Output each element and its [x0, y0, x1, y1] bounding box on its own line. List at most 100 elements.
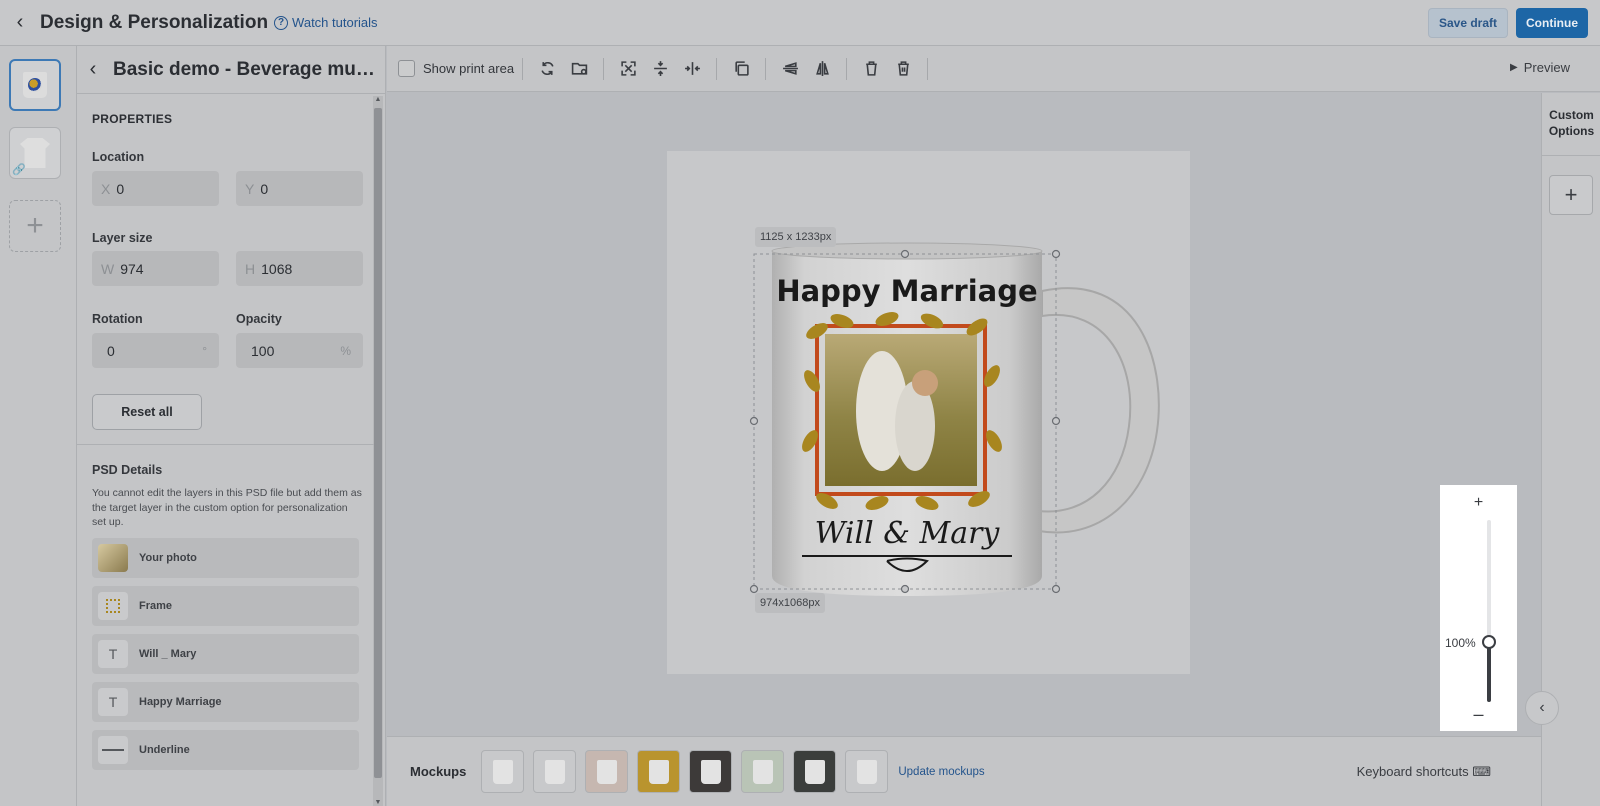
layer-name: Happy Marriage — [139, 696, 222, 708]
mockup-thumb[interactable] — [585, 750, 629, 793]
duplicate-icon[interactable] — [728, 56, 754, 82]
zoom-level-label: 100% — [1445, 636, 1476, 650]
show-print-area-checkbox[interactable] — [398, 60, 415, 77]
layer-item-underline[interactable]: Underline — [92, 730, 359, 770]
mockup-thumb[interactable] — [845, 750, 889, 793]
mug-names: Will & Mary — [815, 516, 1001, 551]
align-horizontal-center-icon[interactable] — [679, 56, 705, 82]
zoom-slider[interactable] — [1487, 520, 1491, 702]
text-icon: T — [98, 688, 128, 716]
rotation-input[interactable]: 0 ° — [92, 333, 219, 368]
reset-all-button[interactable]: Reset all — [92, 394, 202, 430]
width-input[interactable]: W 974 — [92, 251, 219, 286]
scroll-up-icon[interactable]: ▲ — [373, 96, 383, 103]
collapse-panel-button[interactable]: ‹ — [1525, 691, 1559, 725]
panel-divider — [77, 444, 374, 445]
toolbar-divider — [603, 57, 605, 80]
editor-toolbar: Show print area ▶ Preview — [387, 46, 1600, 92]
add-custom-option-button[interactable]: + — [1549, 175, 1593, 215]
layer-name: Your photo — [139, 552, 197, 564]
flip-vertical-icon[interactable] — [777, 56, 803, 82]
layer-item-frame[interactable]: Frame — [92, 586, 359, 626]
layer-item-happy-marriage[interactable]: T Happy Marriage — [92, 682, 359, 722]
x-prefix: X — [101, 180, 111, 197]
product-thumb-mug[interactable] — [9, 59, 61, 111]
keyboard-icon: ⌨ — [1472, 763, 1491, 779]
y-value: 0 — [260, 180, 269, 197]
rail-divider — [1542, 155, 1600, 156]
mug-thumbnail-image — [23, 72, 47, 98]
product-thumb-shirt[interactable]: 🔗 — [9, 127, 61, 179]
mockup-thumb[interactable] — [533, 750, 577, 793]
custom-options-label: Custom Options — [1548, 108, 1595, 138]
properties-panel: ‹ Basic demo - Beverage mug t… ▲ ▼ PROPE… — [77, 46, 386, 806]
layer-size-label: Layer size — [92, 231, 153, 245]
watch-tutorials-link[interactable]: ? Watch tutorials — [274, 15, 378, 30]
w-prefix: W — [101, 260, 115, 277]
layer-item-your-photo[interactable]: Your photo — [92, 538, 359, 578]
delete-icon[interactable] — [858, 56, 884, 82]
mockup-thumb[interactable] — [741, 750, 785, 793]
zoom-control: + 100% – — [1440, 485, 1517, 731]
y-prefix: Y — [245, 180, 255, 197]
percent-unit: % — [340, 343, 351, 358]
artboard: Happy Marriage Will & Mary — [667, 151, 1190, 674]
link-icon: 🔗 — [12, 164, 26, 176]
mockups-label: Mockups — [410, 764, 467, 779]
layer-name: Underline — [139, 744, 190, 756]
frame-icon — [98, 592, 128, 620]
mockup-list — [481, 750, 897, 793]
panel-header: ‹ Basic demo - Beverage mug t… — [77, 46, 385, 94]
flip-horizontal-icon[interactable] — [809, 56, 835, 82]
back-arrow-icon[interactable]: ‹ — [0, 0, 40, 46]
degree-unit: ° — [202, 343, 207, 358]
watch-tutorials-label: Watch tutorials — [292, 15, 378, 30]
zoom-in-icon[interactable]: + — [1440, 494, 1517, 512]
folder-change-icon[interactable] — [566, 56, 592, 82]
photo-icon — [98, 544, 128, 572]
align-vertical-center-icon[interactable] — [647, 56, 673, 82]
opacity-input[interactable]: 100 % — [236, 333, 363, 368]
scroll-down-icon[interactable]: ▼ — [373, 799, 383, 806]
keyboard-shortcuts-label: Keyboard shortcuts — [1356, 763, 1469, 779]
update-mockups-link[interactable]: Update mockups — [898, 766, 984, 778]
dimension-label-bottom: 974x1068px — [755, 593, 825, 613]
replace-icon[interactable] — [534, 56, 560, 82]
layer-name: Frame — [139, 600, 173, 612]
mockup-thumb[interactable] — [481, 750, 525, 793]
show-print-area-label: Show print area — [423, 61, 515, 76]
preview-button[interactable]: ▶ Preview — [1510, 60, 1570, 75]
opacity-label: Opacity — [236, 312, 282, 326]
scroll-thumb[interactable] — [374, 108, 382, 778]
mug-headline: Happy Marriage — [776, 274, 1037, 308]
x-input[interactable]: X 0 — [92, 171, 219, 206]
chevron-left-icon[interactable]: ‹ — [81, 58, 105, 81]
opacity-value: 100 — [251, 342, 275, 359]
h-prefix: H — [245, 260, 256, 277]
height-input[interactable]: H 1068 — [236, 251, 363, 286]
panel-title: Basic demo - Beverage mug t… — [113, 58, 383, 80]
save-draft-button[interactable]: Save draft — [1427, 8, 1508, 38]
zoom-out-icon[interactable]: – — [1440, 704, 1517, 725]
add-product-button[interactable]: + — [9, 200, 61, 252]
help-circle-icon: ? — [274, 15, 289, 30]
mockup-thumb[interactable] — [637, 750, 681, 793]
fit-expand-icon[interactable] — [615, 56, 641, 82]
preview-label: Preview — [1523, 60, 1570, 75]
design-canvas[interactable]: Happy Marriage Will & Mary 1125 x 1233px… — [387, 93, 1541, 736]
layer-item-will-mary[interactable]: T Will _ Mary — [92, 634, 359, 674]
y-input[interactable]: Y 0 — [236, 171, 363, 206]
mockup-thumb[interactable] — [793, 750, 837, 793]
layer-name: Will _ Mary — [139, 648, 197, 660]
panel-scrollbar[interactable]: ▲ ▼ — [373, 96, 383, 806]
continue-button[interactable]: Continue — [1516, 8, 1588, 38]
height-value: 1068 — [261, 260, 293, 277]
top-bar: ‹ Design & Personalization ? Watch tutor… — [0, 0, 1600, 46]
keyboard-shortcuts-button[interactable]: Keyboard shortcuts ⌨ — [1357, 764, 1491, 780]
rotation-value: 0 — [107, 342, 115, 359]
delete-all-icon[interactable] — [890, 56, 916, 82]
zoom-slider-knob[interactable] — [1482, 635, 1496, 649]
product-rail: 🔗 + — [0, 46, 77, 806]
mockup-thumb[interactable] — [689, 750, 733, 793]
mockups-bar: Mockups Update mockups Keyboard shortcut… — [387, 736, 1541, 806]
